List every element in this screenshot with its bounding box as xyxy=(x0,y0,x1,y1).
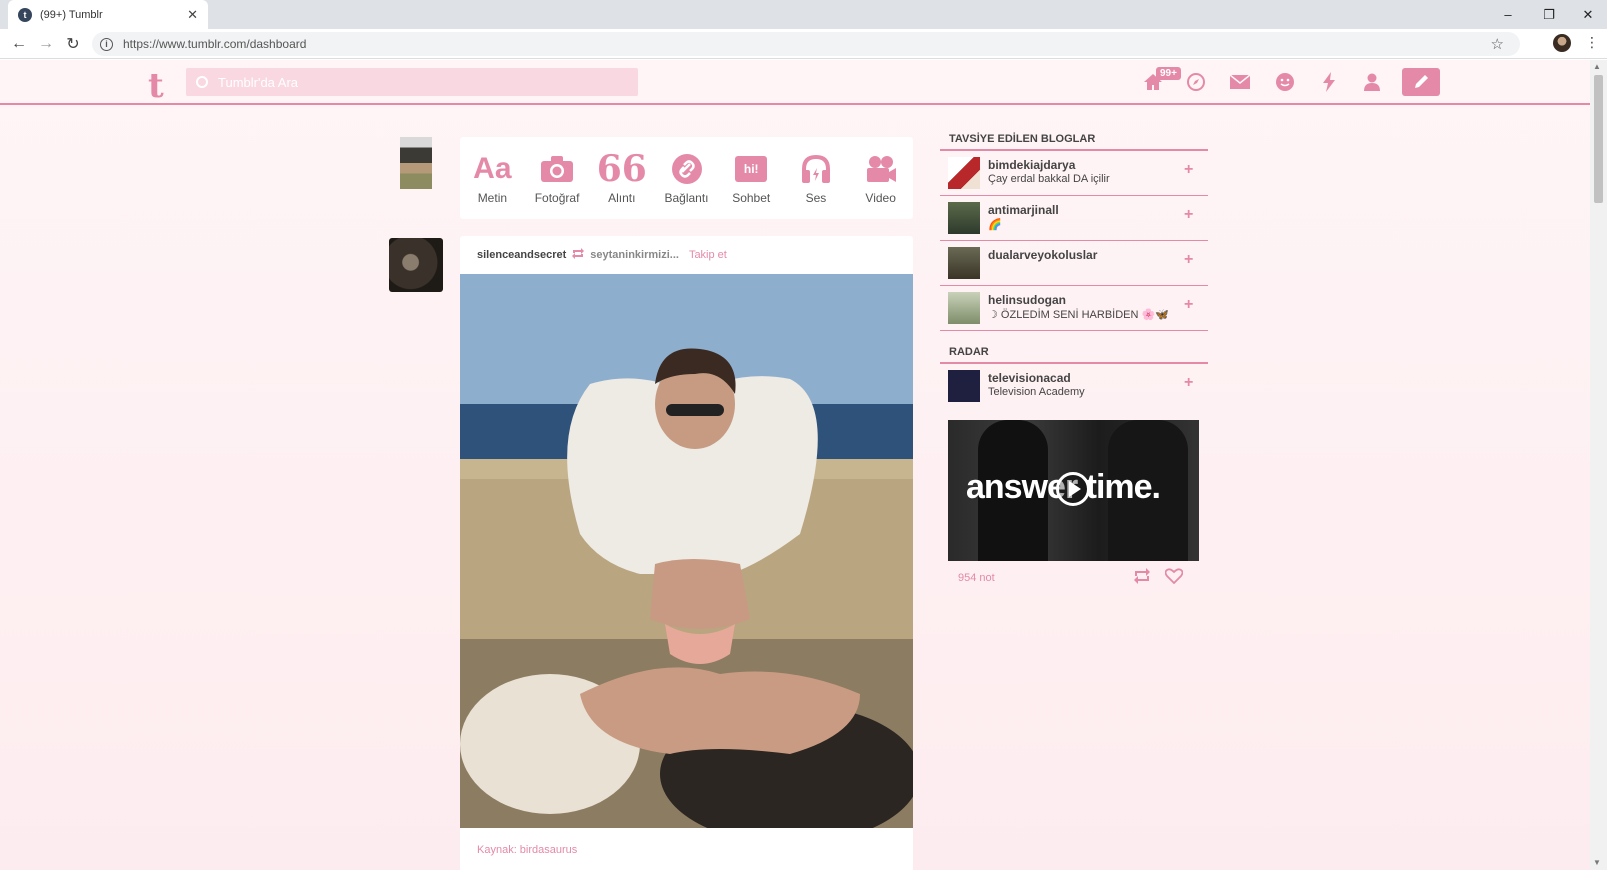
browser-tab[interactable]: t (99+) Tumblr ✕ xyxy=(8,0,208,29)
tumblr-dashboard: t Tumblr'da Ara 99+ Aa Metin Fotoğraf 66… xyxy=(0,60,1590,870)
blog-description: 🌈 xyxy=(988,219,1002,231)
blog-description: Çay erdal bakkal DA içilir xyxy=(988,173,1110,185)
blog-avatar[interactable] xyxy=(948,292,980,324)
explore-compass-icon[interactable] xyxy=(1183,69,1209,95)
chat-icon: hi! xyxy=(735,151,768,187)
reload-icon[interactable]: ↻ xyxy=(62,33,84,55)
blog-description: ☽ ÖZLEDİM SENİ HARBİDEN 🌸🦋 xyxy=(988,309,1169,321)
activity-lightning-icon[interactable] xyxy=(1316,69,1342,95)
blog-name[interactable]: televisionacad xyxy=(988,371,1071,385)
notes-count[interactable]: 954 not xyxy=(958,572,995,584)
tab-title: (99+) Tumblr xyxy=(40,8,103,21)
post-type-link[interactable]: Bağlantı xyxy=(654,137,719,219)
reblog-icon xyxy=(572,248,585,262)
text-icon: Aa xyxy=(473,152,512,185)
back-arrow-icon[interactable]: ← xyxy=(8,33,30,55)
radar-video[interactable]: answer time. xyxy=(948,420,1199,561)
post-type-text[interactable]: Aa Metin xyxy=(460,137,525,219)
scroll-up-arrow-icon[interactable]: ▲ xyxy=(1593,62,1601,71)
like-heart-icon[interactable] xyxy=(1164,568,1184,589)
radar-title: RADAR xyxy=(949,346,989,358)
blog-avatar[interactable] xyxy=(948,157,980,189)
bookmark-star-icon[interactable]: ☆ xyxy=(1491,35,1504,53)
blog-description: Television Academy xyxy=(988,386,1085,398)
post-composer: Aa Metin Fotoğraf 66 Alıntı Bağlantı hi!… xyxy=(460,137,913,219)
video-camera-icon xyxy=(865,151,897,187)
post-type-label: Ses xyxy=(805,191,827,205)
blog-avatar[interactable] xyxy=(948,247,980,279)
inbox-mail-icon[interactable] xyxy=(1227,69,1253,95)
post-type-label: Bağlantı xyxy=(664,191,709,205)
blog-name[interactable]: dualarveyokoluslar xyxy=(988,248,1097,262)
post-header: silenceandsecret seytaninkirmizi... Taki… xyxy=(477,248,727,262)
browser-profile-avatar[interactable] xyxy=(1553,34,1571,52)
post-type-label: Alıntı xyxy=(608,191,636,205)
browser-menu-icon[interactable]: ⋮ xyxy=(1585,34,1599,51)
scrollbar-thumb[interactable] xyxy=(1594,75,1603,203)
search-placeholder: Tumblr'da Ara xyxy=(218,74,299,90)
recommended-blog-item[interactable]: antimarjinall 🌈 + xyxy=(940,196,1208,241)
link-icon xyxy=(671,151,703,187)
follow-plus-icon[interactable]: + xyxy=(1184,251,1193,269)
messages-smiley-icon[interactable] xyxy=(1272,69,1298,95)
site-info-icon[interactable]: i xyxy=(100,37,113,51)
tumblr-logo[interactable]: t xyxy=(148,66,164,106)
recommended-blogs-title: TAVSİYE EDİLEN BLOGLAR xyxy=(949,133,1096,145)
camera-icon xyxy=(540,151,574,187)
search-icon xyxy=(196,76,208,88)
post-source-link[interactable]: Kaynak: birdasaurus xyxy=(477,844,577,856)
scroll-down-arrow-icon[interactable]: ▼ xyxy=(1593,858,1601,867)
follow-plus-icon[interactable]: + xyxy=(1184,374,1193,392)
notification-badge: 99+ xyxy=(1156,67,1181,80)
quote-icon: 66 xyxy=(596,148,647,190)
post-blog-name[interactable]: silenceandsecret xyxy=(477,249,566,261)
recommended-blog-item[interactable]: dualarveyokoluslar + xyxy=(940,241,1208,286)
account-person-icon[interactable] xyxy=(1359,69,1385,95)
blog-avatar[interactable] xyxy=(948,370,980,402)
post-type-photo[interactable]: Fotoğraf xyxy=(525,137,590,219)
post-photo[interactable] xyxy=(460,274,913,828)
recommended-blog-item[interactable]: helinsudogan ☽ ÖZLEDİM SENİ HARBİDEN 🌸🦋 … xyxy=(940,286,1208,331)
tumblr-header: t Tumblr'da Ara 99+ xyxy=(0,60,1590,106)
forward-arrow-icon[interactable]: → xyxy=(35,33,57,55)
post-type-label: Fotoğraf xyxy=(534,191,580,205)
follow-plus-icon[interactable]: + xyxy=(1184,296,1193,314)
post-type-quote[interactable]: 66 Alıntı xyxy=(589,137,654,219)
browser-toolbar: ← → ↻ i https://www.tumblr.com/dashboard… xyxy=(0,29,1607,59)
search-input[interactable]: Tumblr'da Ara xyxy=(186,68,638,96)
post-type-label: Metin xyxy=(477,191,508,205)
post-type-audio[interactable]: Ses xyxy=(784,137,849,219)
browser-tabstrip: t (99+) Tumblr ✕ – ❐ ✕ xyxy=(0,0,1607,29)
headphones-icon xyxy=(800,151,832,187)
follow-plus-icon[interactable]: + xyxy=(1184,206,1193,224)
post-author-avatar[interactable] xyxy=(389,238,443,292)
address-bar[interactable]: i https://www.tumblr.com/dashboard ☆ xyxy=(92,32,1520,56)
post-type-video[interactable]: Video xyxy=(848,137,913,219)
reblog-icon[interactable] xyxy=(1133,568,1151,589)
my-avatar[interactable] xyxy=(400,137,432,189)
radar-blog-item[interactable]: televisionacad Television Academy + xyxy=(940,364,1208,409)
follow-plus-icon[interactable]: + xyxy=(1184,161,1193,179)
compose-pencil-button[interactable] xyxy=(1402,68,1440,96)
dashboard-post: silenceandsecret seytaninkirmizi... Taki… xyxy=(460,236,913,870)
post-type-chat[interactable]: hi! Sohbet xyxy=(719,137,784,219)
minimize-button[interactable]: – xyxy=(1489,0,1527,29)
blog-avatar[interactable] xyxy=(948,202,980,234)
tab-close-button[interactable]: ✕ xyxy=(187,7,198,23)
blog-name[interactable]: helinsudogan xyxy=(988,293,1066,307)
post-type-label: Video xyxy=(865,191,896,205)
recommended-blog-item[interactable]: bimdekiajdarya Çay erdal bakkal DA içili… xyxy=(940,151,1208,196)
play-icon[interactable] xyxy=(1056,472,1090,506)
post-type-label: Sohbet xyxy=(732,191,771,205)
blog-name[interactable]: bimdekiajdarya xyxy=(988,158,1075,172)
reblogged-from-name[interactable]: seytaninkirmizi... xyxy=(590,249,679,261)
window-close-button[interactable]: ✕ xyxy=(1569,0,1607,29)
blog-name[interactable]: antimarjinall xyxy=(988,203,1059,217)
url-text: https://www.tumblr.com/dashboard xyxy=(123,37,307,51)
restore-button[interactable]: ❐ xyxy=(1530,0,1568,29)
follow-link[interactable]: Takip et xyxy=(689,249,727,261)
tumblr-favicon-icon: t xyxy=(18,7,32,22)
page-scrollbar[interactable]: ▲ ▼ xyxy=(1590,60,1607,870)
